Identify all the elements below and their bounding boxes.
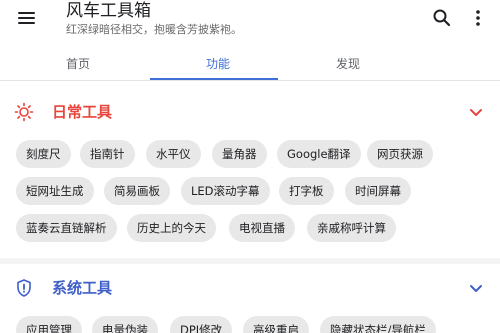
tab-bar: 首页 功能 发现 [0, 48, 500, 81]
more-options-button[interactable] [468, 6, 488, 30]
tool-chip-app-manager[interactable]: 应用管理 [16, 316, 82, 333]
tool-chip-relative-title-calculator[interactable]: 亲戚称呼计算 [307, 214, 396, 242]
section-title: 日常工具 [52, 103, 113, 121]
tab-indicator [150, 78, 278, 80]
shield-icon [17, 279, 31, 297]
tool-chip-today-in-history[interactable]: 历史上的今天 [127, 214, 216, 242]
tool-chip-advanced-reboot[interactable]: 高级重启 [243, 316, 309, 333]
search-icon [433, 9, 451, 27]
search-button[interactable] [430, 6, 454, 30]
menu-icon-line [18, 12, 35, 14]
tool-chip-tv-live[interactable]: 电视直播 [229, 214, 295, 242]
section-title: 系统工具 [52, 279, 113, 297]
app-subtitle: 红深绿暗径相交，抱暖含芳披紫袍。 [66, 23, 242, 36]
chevron-down-icon [470, 285, 482, 292]
tool-chip-battery-spoof[interactable]: 电量伪装 [92, 316, 158, 333]
tool-chip-webpage-source[interactable]: 网页获源 [367, 140, 433, 168]
tool-chip-compass[interactable]: 指南针 [80, 140, 135, 168]
tab-discover[interactable]: 发现 [278, 48, 418, 80]
tool-chip-typing-board[interactable]: 打字板 [279, 177, 334, 205]
tool-chip-ruler[interactable]: 刻度尺 [16, 140, 71, 168]
tool-chip-level[interactable]: 水平仪 [146, 140, 201, 168]
section-header-system-tools[interactable]: 系统工具 [0, 268, 500, 308]
tool-chip-hide-bars[interactable]: 隐藏状态栏/导航栏 [320, 316, 436, 333]
more-vert-icon [476, 10, 480, 26]
tab-home[interactable]: 首页 [8, 48, 148, 80]
app-title: 风车工具箱 [66, 1, 151, 21]
menu-icon-line [18, 17, 35, 19]
menu-button[interactable] [14, 8, 42, 30]
app-bar: 风车工具箱 红深绿暗径相交，抱暖含芳披紫袍。 [0, 0, 500, 48]
tool-chip-led-scroller[interactable]: LED滚动字幕 [181, 177, 270, 205]
tool-chip-time-screen[interactable]: 时间屏幕 [345, 177, 411, 205]
tool-chip-lanzou-direct-link[interactable]: 蓝奏云直链解析 [16, 214, 117, 242]
tool-chip-simple-sketchpad[interactable]: 简易画板 [104, 177, 170, 205]
menu-icon-line [18, 22, 35, 24]
tab-functions[interactable]: 功能 [148, 48, 288, 80]
tool-chip-dpi-modify[interactable]: DPI修改 [170, 316, 233, 333]
sun-icon [14, 102, 34, 122]
chevron-down-icon [470, 109, 482, 116]
tool-chip-short-url[interactable]: 短网址生成 [16, 177, 94, 205]
section-header-daily-tools[interactable]: 日常工具 [0, 92, 500, 132]
section-divider [0, 258, 500, 264]
tool-chip-google-translate[interactable]: Google翻译 [277, 140, 361, 168]
tool-chip-protractor[interactable]: 量角器 [212, 140, 267, 168]
